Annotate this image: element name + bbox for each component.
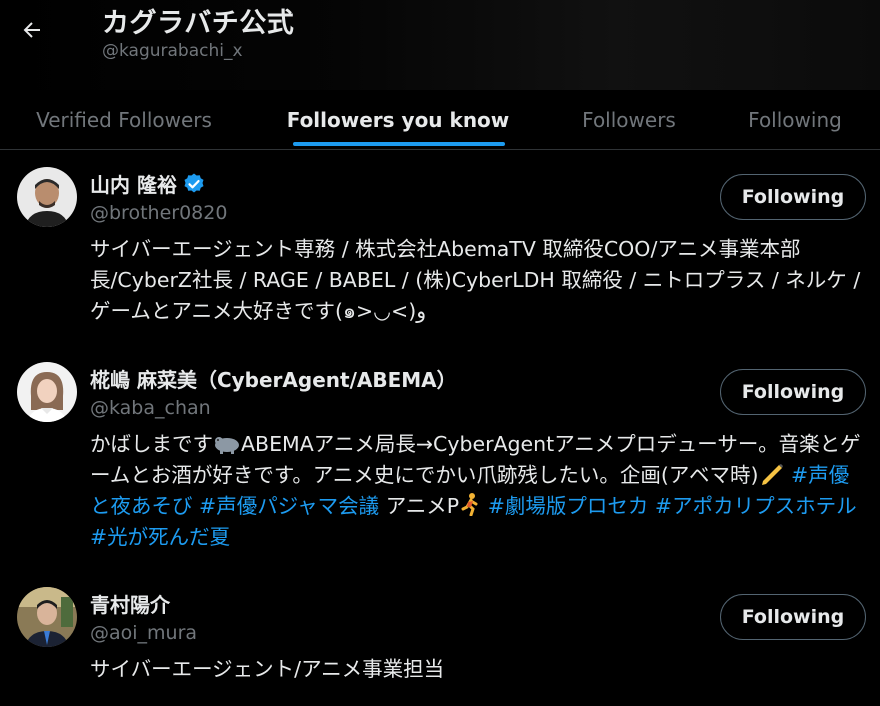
user-name-row: 青村陽介 bbox=[90, 589, 170, 618]
user-handle: @kaba_chan bbox=[90, 397, 211, 419]
hashtag-link[interactable]: #劇場版プロセカ bbox=[488, 494, 649, 518]
account-handle: @kagurabachi_x bbox=[102, 41, 243, 61]
active-tab-indicator bbox=[293, 142, 505, 146]
user-cell[interactable]: 椛嶋 麻菜美（CyberAgent/ABEMA） @kaba_chan Foll… bbox=[0, 345, 880, 575]
user-name-row: 椛嶋 麻菜美（CyberAgent/ABEMA） bbox=[90, 364, 457, 393]
bio-text: かばしまです bbox=[90, 432, 213, 456]
verified-badge-icon bbox=[184, 173, 204, 192]
user-name[interactable]: 山内 隆裕 bbox=[90, 169, 177, 198]
following-button[interactable]: Following bbox=[720, 369, 866, 415]
user-bio: サイバーエージェント専務 / 株式会社AbemaTV 取締役COO/アニメ事業本… bbox=[90, 237, 861, 323]
avatar[interactable] bbox=[17, 167, 77, 227]
user-name[interactable]: 椛嶋 麻菜美（CyberAgent/ABEMA） bbox=[90, 364, 457, 393]
account-name: カグラバチ公式 bbox=[102, 8, 295, 39]
user-name[interactable]: 青村陽介 bbox=[90, 589, 170, 618]
tab-label: Followers bbox=[582, 107, 676, 132]
back-button[interactable] bbox=[14, 12, 50, 48]
bio-text: アニメP bbox=[379, 494, 460, 518]
hippo-icon bbox=[215, 437, 239, 454]
hashtag-link[interactable]: #声優パジャマ会議 bbox=[199, 494, 379, 518]
follower-tabs: Verified Followers Followers you know Fo… bbox=[0, 90, 880, 149]
user-name-row: 山内 隆裕 bbox=[90, 169, 206, 198]
following-button[interactable]: Following bbox=[720, 174, 866, 220]
writing-hand-icon bbox=[761, 464, 783, 485]
tab-followers-you-know[interactable]: Followers you know bbox=[248, 90, 548, 149]
following-button[interactable]: Following bbox=[720, 594, 866, 640]
tab-label: Verified Followers bbox=[36, 107, 212, 132]
avatar-image bbox=[17, 587, 77, 647]
avatar[interactable] bbox=[17, 362, 77, 422]
user-handle: @brother0820 bbox=[90, 202, 228, 224]
user-bio: サイバーエージェント/アニメ事業担当 bbox=[90, 657, 445, 681]
hashtag-link[interactable]: #アポカリプスホテル bbox=[655, 494, 857, 518]
user-cell[interactable]: 山内 隆裕 @brother0820 Following サイバーエージェント専… bbox=[0, 150, 880, 340]
avatar-image bbox=[17, 167, 77, 227]
tab-label: Following bbox=[748, 107, 842, 132]
user-handle: @aoi_mura bbox=[90, 622, 198, 644]
avatar[interactable] bbox=[17, 587, 77, 647]
user-bio: かばしまです ABEMAアニメ局長→CyberAgentアニメプロデューサー。音楽… bbox=[90, 429, 865, 553]
avatar-image bbox=[17, 362, 77, 422]
tab-label: Followers you know bbox=[286, 107, 510, 132]
tab-following[interactable]: Following bbox=[710, 90, 880, 149]
arrow-left-icon bbox=[23, 22, 40, 38]
tab-verified-followers[interactable]: Verified Followers bbox=[0, 90, 248, 149]
profile-header: カグラバチ公式 @kagurabachi_x bbox=[0, 0, 880, 90]
person-running-icon bbox=[461, 493, 478, 516]
tab-followers[interactable]: Followers bbox=[548, 90, 710, 149]
user-cell[interactable]: 青村陽介 @aoi_mura Following サイバーエージェント/アニメ事… bbox=[0, 570, 880, 706]
followers-you-know-page: カグラバチ公式 @kagurabachi_x Verified Follower… bbox=[0, 0, 880, 706]
hashtag-link[interactable]: #光が死んだ夏 bbox=[90, 525, 230, 549]
